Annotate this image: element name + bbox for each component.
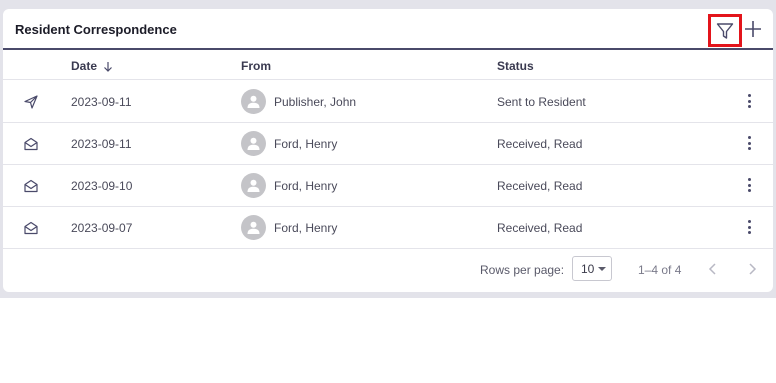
row-from: Publisher, John	[274, 95, 357, 109]
row-date: 2023-09-11	[71, 137, 132, 151]
row-date: 2023-09-10	[71, 179, 133, 193]
row-date: 2023-09-11	[71, 95, 132, 109]
row-actions-menu-icon[interactable]	[744, 218, 754, 236]
row-actions-menu-icon[interactable]	[744, 134, 754, 152]
filter-icon	[716, 22, 734, 39]
table-row[interactable]: 2023-09-11 Ford, Henry Received, Read	[3, 123, 773, 165]
send-icon	[24, 95, 38, 109]
row-date: 2023-09-07	[71, 221, 133, 235]
row-status: Received, Read	[497, 179, 583, 193]
column-header-status[interactable]: Status	[497, 59, 534, 73]
row-from: Ford, Henry	[274, 179, 338, 193]
envelope-open-icon	[24, 179, 38, 193]
rows-per-page-label: Rows per page:	[480, 263, 565, 277]
rows-per-page-value: 10	[581, 261, 595, 276]
person-icon	[247, 95, 260, 108]
arrow-down-icon	[104, 61, 112, 72]
person-icon	[247, 179, 260, 192]
row-status: Received, Read	[497, 137, 583, 151]
column-header-date[interactable]: Date	[71, 59, 113, 73]
table-row[interactable]: 2023-09-11 Publisher, John Sent to Resid…	[3, 81, 773, 123]
avatar	[241, 89, 266, 114]
row-actions-menu-icon[interactable]	[744, 176, 754, 194]
rows-per-page-select[interactable]: 10	[572, 256, 612, 281]
row-status: Sent to Resident	[497, 95, 586, 109]
resident-correspondence-card: Resident Correspondence Date From Status…	[3, 9, 773, 292]
avatar	[241, 131, 266, 156]
chevron-down-icon	[598, 266, 607, 271]
person-icon	[247, 137, 260, 150]
card-title: Resident Correspondence	[15, 22, 177, 37]
person-icon	[247, 221, 260, 234]
avatar	[241, 215, 266, 240]
chevron-left-icon[interactable]	[705, 261, 721, 277]
pagination-footer: Rows per page: 10 1–4 of 4	[3, 248, 773, 292]
pagination-range: 1–4 of 4	[638, 263, 682, 277]
plus-icon	[745, 21, 761, 37]
row-from: Ford, Henry	[274, 221, 338, 235]
envelope-open-icon	[24, 137, 38, 151]
add-button[interactable]	[743, 19, 763, 39]
card-header: Resident Correspondence	[3, 9, 773, 50]
chevron-right-icon[interactable]	[744, 261, 760, 277]
envelope-open-icon	[24, 221, 38, 235]
row-actions-menu-icon[interactable]	[744, 92, 754, 110]
table-row[interactable]: 2023-09-07 Ford, Henry Received, Read	[3, 207, 773, 249]
column-header-from[interactable]: From	[241, 59, 271, 73]
row-from: Ford, Henry	[274, 137, 338, 151]
row-status: Received, Read	[497, 221, 583, 235]
column-header-date-label: Date	[71, 59, 98, 73]
filter-button[interactable]	[708, 14, 742, 47]
table-header: Date From Status	[3, 52, 773, 80]
avatar	[241, 173, 266, 198]
table-row[interactable]: 2023-09-10 Ford, Henry Received, Read	[3, 165, 773, 207]
